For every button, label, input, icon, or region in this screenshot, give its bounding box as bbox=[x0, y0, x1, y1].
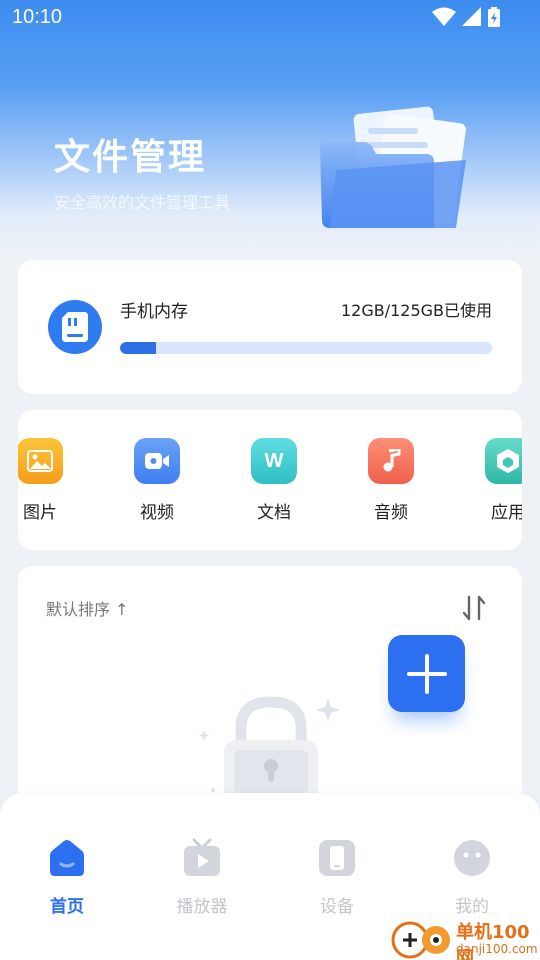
category-documents[interactable]: W 文档 bbox=[244, 438, 304, 523]
category-audio[interactable]: 音频 bbox=[361, 438, 421, 523]
page-title: 文件管理 bbox=[54, 137, 207, 178]
status-time: 10:10 bbox=[12, 6, 63, 28]
wifi-icon bbox=[432, 7, 456, 26]
storage-usage: 12GB/125GB已使用 bbox=[340, 301, 492, 320]
category-videos[interactable]: 视频 bbox=[127, 438, 187, 523]
nav-item-device[interactable]: 设备 bbox=[292, 838, 382, 917]
watermark: 单机100网 danji100.com bbox=[390, 918, 540, 960]
sort-button[interactable]: 默认排序 ↑ bbox=[46, 596, 129, 620]
watermark-url: danji100.com bbox=[456, 942, 538, 956]
category-label: 文档 bbox=[257, 503, 291, 523]
nav-item-home[interactable]: 首页 bbox=[22, 838, 112, 917]
home-icon bbox=[50, 840, 84, 876]
nav-label: 首页 bbox=[50, 897, 84, 917]
page-subtitle: 安全高效的文件管理工具 bbox=[54, 193, 231, 212]
category-images[interactable]: 图片 bbox=[18, 438, 70, 523]
status-bar: 10:10 bbox=[0, 0, 540, 36]
tv-icon bbox=[184, 838, 220, 876]
nav-label: 设备 bbox=[320, 897, 354, 917]
nav-label: 播放器 bbox=[176, 897, 228, 917]
device-icon bbox=[319, 840, 355, 876]
profile-icon bbox=[454, 840, 490, 876]
nav-label: 我的 bbox=[455, 897, 489, 917]
battery-icon bbox=[488, 7, 500, 27]
sort-toggle-icon[interactable] bbox=[460, 594, 488, 622]
signal-icon bbox=[462, 7, 481, 26]
plus-icon bbox=[406, 653, 447, 694]
music-icon bbox=[368, 438, 414, 484]
add-button[interactable] bbox=[388, 635, 465, 712]
storage-name: 手机内存 bbox=[120, 302, 188, 322]
document-icon: W bbox=[251, 438, 297, 484]
category-card: 图片 视频 W 文档 音频 应用 bbox=[18, 410, 522, 550]
storage-card[interactable]: 手机内存 12GB/125GB已使用 bbox=[18, 260, 522, 394]
folder-illustration-icon bbox=[320, 106, 466, 228]
category-label: 图片 bbox=[23, 503, 57, 523]
empty-lock-icon bbox=[198, 696, 340, 804]
category-label: 音频 bbox=[374, 503, 408, 523]
sd-card-icon bbox=[48, 300, 102, 354]
image-icon bbox=[18, 438, 63, 484]
status-icons bbox=[432, 7, 500, 27]
category-label: 视频 bbox=[140, 503, 174, 523]
watermark-logo-icon bbox=[391, 921, 450, 959]
storage-progress-bar bbox=[120, 342, 492, 354]
category-apps[interactable]: 应用 bbox=[478, 438, 522, 523]
category-label: 应用 bbox=[491, 503, 522, 523]
storage-progress-fill bbox=[120, 342, 156, 354]
nav-item-player[interactable]: 播放器 bbox=[157, 838, 247, 917]
app-icon bbox=[485, 438, 522, 484]
nav-item-profile[interactable]: 我的 bbox=[427, 838, 517, 917]
video-icon bbox=[134, 438, 180, 484]
